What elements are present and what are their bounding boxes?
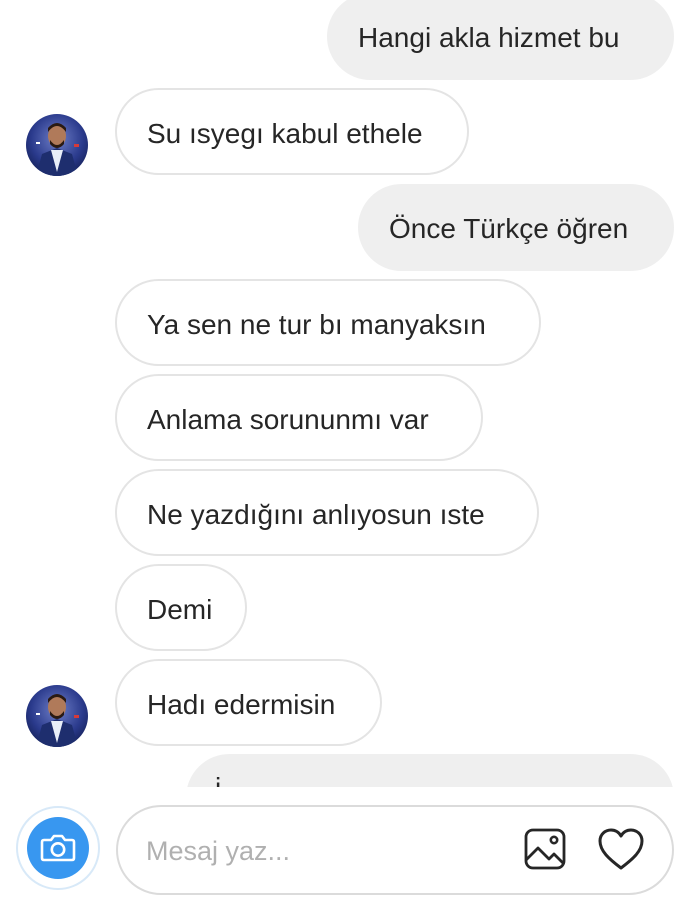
message-text: Hadı edermisin [147,689,336,720]
message-text: i [215,772,221,787]
avatar-photo [26,114,88,176]
message-bubble-outgoing[interactable]: Önce Türkçe öğren [358,184,674,271]
message-bubble-outgoing[interactable]: i [186,754,674,787]
message-bubble-outgoing[interactable]: Hangi akla hizmet bu [327,0,674,80]
sender-avatar[interactable] [26,685,88,747]
message-bubble-incoming[interactable]: Su ısyegı kabul ethele [115,88,469,175]
message-input[interactable] [146,829,506,873]
message-bubble-incoming[interactable]: Ya sen ne tur bı manyaksın [115,279,541,366]
message-text: Anlama sorununmı var [147,404,429,435]
message-thread[interactable]: Hangi akla hizmet bu Su ısyegı kabul eth… [0,0,690,787]
avatar-photo [26,685,88,747]
message-bubble-incoming[interactable]: Demi [115,564,247,651]
message-input-container[interactable] [116,805,674,895]
camera-icon [27,817,89,879]
message-text: Ya sen ne tur bı manyaksın [147,309,486,340]
heart-icon[interactable] [597,827,645,871]
message-text: Önce Türkçe öğren [389,213,629,244]
message-bubble-incoming[interactable]: Ne yazdığını anlıyosun ıste [115,469,539,556]
chat-screen: Hangi akla hizmet bu Su ısyegı kabul eth… [0,0,690,910]
message-text: Su ısyegı kabul ethele [147,118,423,149]
message-bubble-incoming[interactable]: Hadı edermisin [115,659,382,746]
message-text: Ne yazdığını anlıyosun ıste [147,499,485,530]
camera-button[interactable] [16,806,100,890]
sender-avatar[interactable] [26,114,88,176]
message-bubble-incoming[interactable]: Anlama sorununmı var [115,374,483,461]
image-gallery-icon[interactable] [523,827,567,871]
message-text: Demi [147,594,213,625]
message-text: Hangi akla hizmet bu [358,22,620,53]
